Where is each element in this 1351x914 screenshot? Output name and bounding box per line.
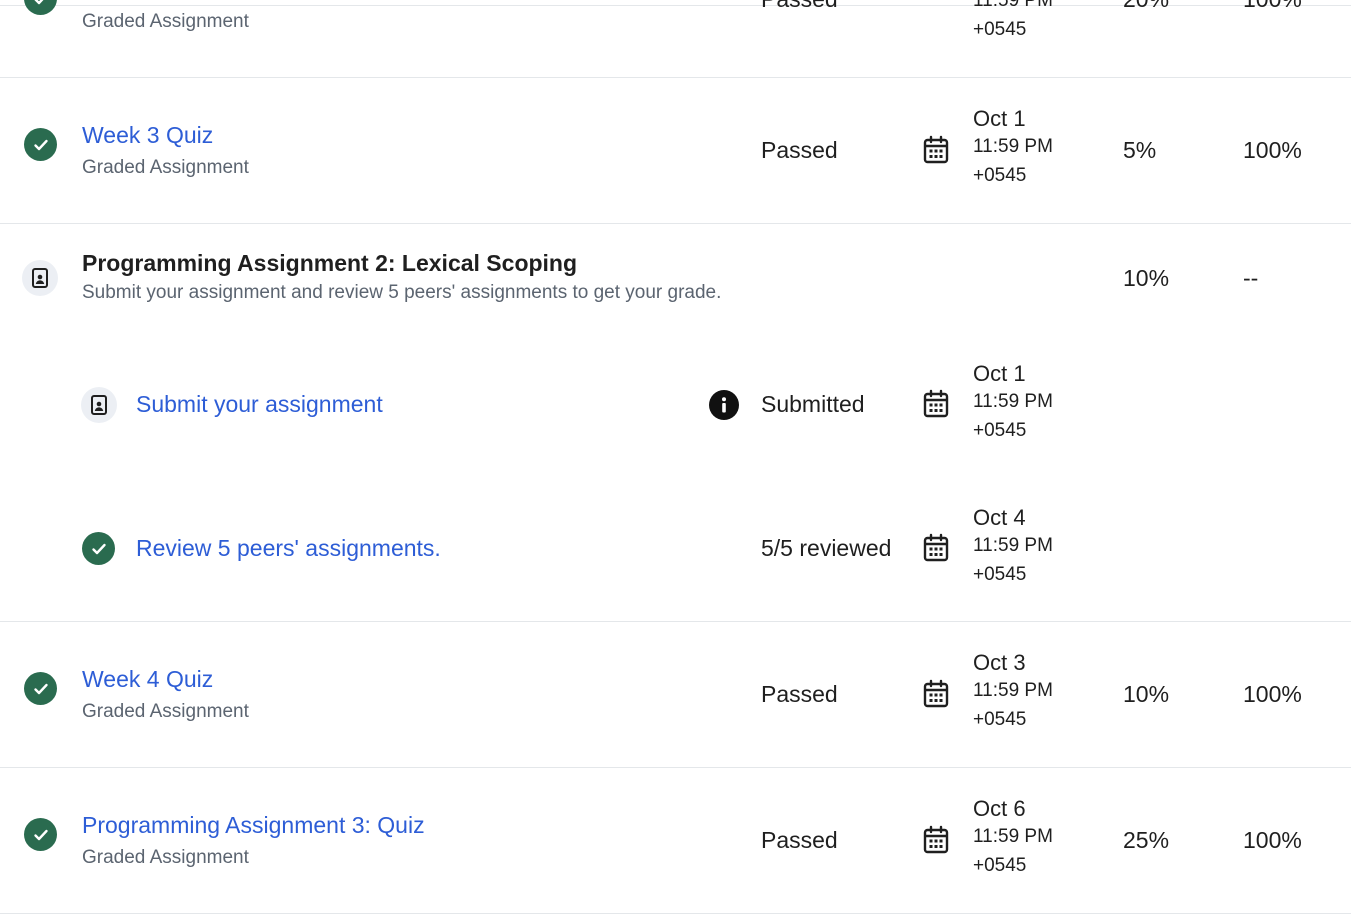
due-timezone: +0545 — [973, 165, 1027, 186]
calendar-icon — [923, 533, 949, 562]
assignment-type: Graded Assignment — [82, 847, 249, 868]
due-time: 11:59 PM — [973, 680, 1053, 701]
assignment-link[interactable]: Programming Assignment 3: Quiz — [82, 811, 425, 839]
completed-check-icon — [24, 672, 57, 705]
assignment-row: Programming Assignment 3: Quiz Graded As… — [0, 768, 1351, 913]
calendar-icon — [923, 389, 949, 418]
due-timezone: +0545 — [973, 709, 1027, 730]
due-day: Oct 4 — [973, 505, 1026, 530]
assignment-weight: 25% — [1123, 827, 1170, 853]
calendar-icon — [923, 679, 949, 708]
assignment-weight: 5% — [1123, 137, 1157, 163]
due-time: 11:59 PM — [973, 535, 1053, 556]
completed-check-icon — [82, 532, 115, 565]
assignment-grade: 100% — [1243, 0, 1302, 13]
due-timezone: +0545 — [973, 564, 1027, 585]
due-timezone: +0545 — [973, 420, 1027, 441]
assignment-description: Submit your assignment and review 5 peer… — [82, 282, 722, 303]
due-date: Oct 4 11:59 PM +0545 — [973, 505, 1053, 589]
assignment-title: Programming Assignment 2: Lexical Scopin… — [82, 250, 578, 276]
assignment-status: Passed — [761, 827, 838, 853]
assignment-status: Passed — [761, 137, 838, 163]
due-day: Oct 1 — [973, 361, 1026, 386]
calendar-icon — [923, 825, 949, 854]
completed-check-icon — [24, 818, 57, 851]
due-day: Oct 1 — [973, 106, 1026, 131]
info-icon[interactable] — [709, 390, 739, 420]
due-time: 11:59 PM — [973, 391, 1053, 412]
calendar-icon — [923, 135, 949, 164]
review-peers-link[interactable]: Review 5 peers' assignments. — [136, 534, 441, 562]
completed-check-icon — [24, 128, 57, 161]
assignment-row: Graded Assignment Passed 11:59 PM +0545 … — [0, 0, 1351, 77]
assignment-weight: 10% — [1123, 265, 1170, 291]
assignment-document-icon — [22, 260, 58, 296]
assignment-link[interactable]: Week 4 Quiz — [82, 665, 213, 693]
assignment-type: Graded Assignment — [82, 701, 249, 722]
completed-check-icon — [24, 0, 57, 15]
submit-assignment-link[interactable]: Submit your assignment — [136, 390, 383, 418]
assignment-status: Passed — [761, 681, 838, 707]
assignment-type: Graded Assignment — [82, 157, 249, 178]
assignment-grade: 100% — [1243, 827, 1302, 853]
due-time: 11:59 PM — [973, 136, 1053, 157]
due-day: Oct 6 — [973, 796, 1026, 821]
assignment-grade: 100% — [1243, 681, 1302, 707]
due-date: Oct 1 11:59 PM +0545 — [973, 106, 1053, 190]
assignment-group: Programming Assignment 2: Lexical Scopin… — [0, 224, 1351, 621]
review-status: 5/5 reviewed — [761, 535, 892, 561]
assignment-grade: -- — [1243, 265, 1259, 291]
assignment-link[interactable]: Week 3 Quiz — [82, 121, 213, 149]
assignment-weight: 20% — [1123, 0, 1169, 13]
due-date: Oct 1 11:59 PM +0545 — [973, 361, 1053, 445]
assignment-type: Graded Assignment — [82, 11, 249, 32]
assignment-status: Passed — [761, 0, 838, 13]
due-day: Oct 3 — [973, 650, 1026, 675]
due-time: 11:59 PM — [973, 0, 1053, 11]
assignment-row: Week 3 Quiz Graded Assignment Passed Oct… — [0, 78, 1351, 223]
assignment-grade: 100% — [1243, 137, 1302, 163]
submission-status: Submitted — [761, 391, 865, 417]
due-date: Oct 3 11:59 PM +0545 — [973, 650, 1053, 734]
assignment-weight: 10% — [1123, 681, 1170, 707]
due-timezone: +0545 — [973, 19, 1027, 40]
assignment-row: Week 4 Quiz Graded Assignment Passed Oct… — [0, 622, 1351, 767]
due-time: 11:59 PM — [973, 826, 1053, 847]
due-date: 11:59 PM +0545 — [973, 0, 1053, 44]
due-timezone: +0545 — [973, 855, 1027, 876]
submit-document-icon — [81, 387, 117, 423]
due-date: Oct 6 11:59 PM +0545 — [973, 796, 1053, 880]
